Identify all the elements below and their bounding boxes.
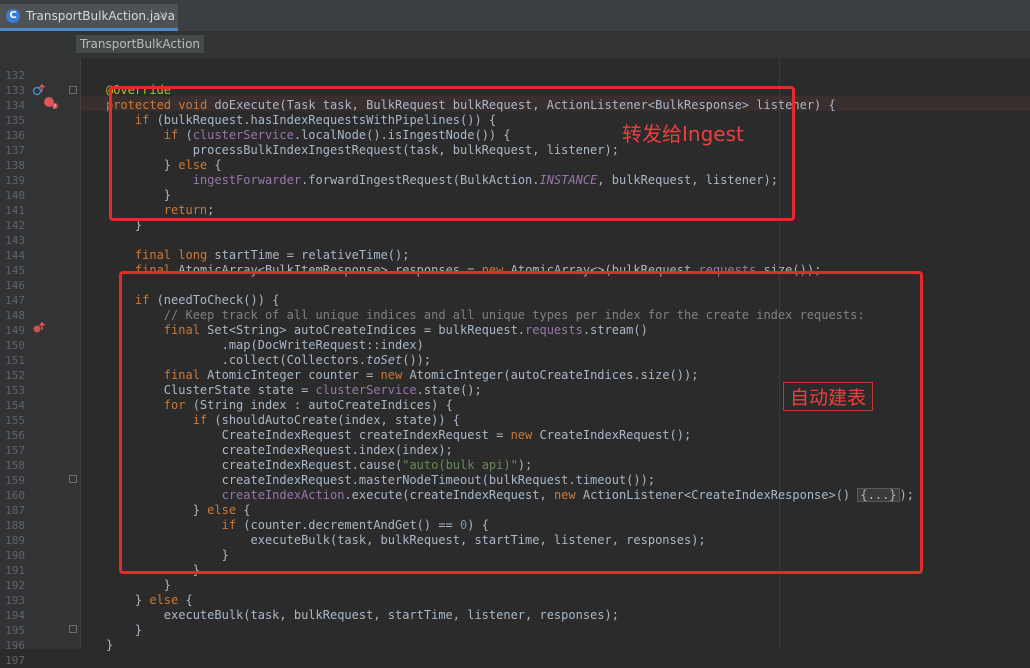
line-number: 133 xyxy=(5,84,25,97)
breakpoint-icon[interactable]: ? xyxy=(43,96,59,110)
line-number: 195 xyxy=(5,624,25,637)
class-c-icon: C xyxy=(6,9,20,23)
annotation-text-ingest: 转发给Ingest xyxy=(622,122,744,146)
code-line[interactable]: executeBulk(task, bulkRequest, startTime… xyxy=(106,608,619,623)
close-icon[interactable]: × xyxy=(158,8,168,22)
line-number: 145 xyxy=(5,264,25,277)
line-number: 155 xyxy=(5,414,25,427)
line-number: 136 xyxy=(5,129,25,142)
annotation-text-auto-create: 自动建表 xyxy=(783,382,874,411)
breadcrumb-bar: TransportBulkAction xyxy=(0,32,1030,58)
line-number: 147 xyxy=(5,294,25,307)
line-number: 157 xyxy=(5,444,25,457)
line-number: 143 xyxy=(5,234,25,247)
fold-marker[interactable] xyxy=(69,625,77,633)
line-number: 160 xyxy=(5,489,25,502)
code-line[interactable]: } xyxy=(106,623,142,638)
annotation-box-ingest xyxy=(109,86,795,221)
breadcrumb[interactable]: TransportBulkAction xyxy=(76,35,205,53)
line-number: 196 xyxy=(5,639,25,652)
code-line[interactable]: } xyxy=(106,578,171,593)
line-number: 194 xyxy=(5,609,25,622)
fold-marker[interactable] xyxy=(69,475,77,483)
line-number: 153 xyxy=(5,384,25,397)
line-number: 137 xyxy=(5,144,25,157)
line-number: 192 xyxy=(5,579,25,592)
line-number: 148 xyxy=(5,309,25,322)
line-number: 134 xyxy=(5,99,25,112)
line-number: 151 xyxy=(5,354,25,367)
overridden-method-icon[interactable] xyxy=(32,321,46,335)
annotation-box-auto-create xyxy=(119,271,923,574)
tab-label: TransportBulkAction.java xyxy=(26,9,175,23)
line-number: 159 xyxy=(5,474,25,487)
line-number: 149 xyxy=(5,324,25,337)
line-number: 140 xyxy=(5,189,25,202)
line-number: 141 xyxy=(5,204,25,217)
line-number: 197 xyxy=(5,654,25,667)
line-number: 154 xyxy=(5,399,25,412)
editor-tab-bar: C TransportBulkAction.java × xyxy=(0,0,1030,32)
line-number: 188 xyxy=(5,519,25,532)
line-number: 190 xyxy=(5,549,25,562)
override-method-icon[interactable] xyxy=(32,83,46,97)
code-line[interactable]: final long startTime = relativeTime(); xyxy=(106,248,410,263)
line-number: 142 xyxy=(5,219,25,232)
line-number: 158 xyxy=(5,459,25,472)
line-number: 193 xyxy=(5,594,25,607)
line-number: 132 xyxy=(5,69,25,82)
line-number: 135 xyxy=(5,114,25,127)
line-number: 187 xyxy=(5,504,25,517)
line-number: 138 xyxy=(5,159,25,172)
line-number: 152 xyxy=(5,369,25,382)
line-number: 144 xyxy=(5,249,25,262)
line-number: 189 xyxy=(5,534,25,547)
fold-marker[interactable] xyxy=(69,86,77,94)
line-number: 146 xyxy=(5,279,25,292)
svg-text:?: ? xyxy=(54,105,57,111)
line-number: 150 xyxy=(5,339,25,352)
line-number: 156 xyxy=(5,429,25,442)
line-number: 191 xyxy=(5,564,25,577)
line-number: 139 xyxy=(5,174,25,187)
code-line[interactable]: } xyxy=(106,638,113,653)
code-line[interactable]: } else { xyxy=(106,593,193,608)
tab-transport-bulk-action[interactable]: C TransportBulkAction.java × xyxy=(0,4,178,31)
